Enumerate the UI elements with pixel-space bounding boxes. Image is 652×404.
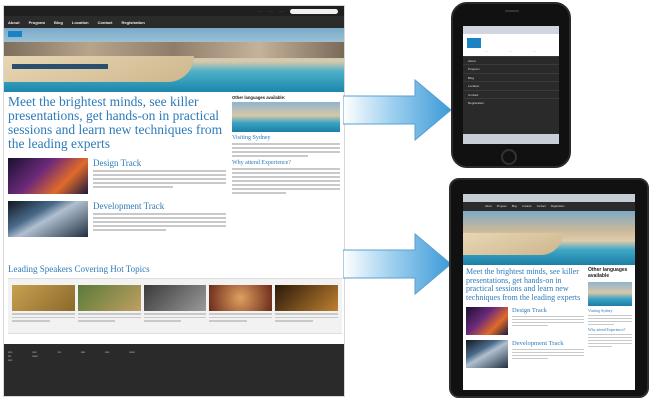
design-track-image[interactable] bbox=[8, 158, 88, 194]
utility-link[interactable]: ····· bbox=[268, 9, 273, 13]
phone-header: ····· ····· ····· bbox=[463, 34, 559, 56]
phone-speaker bbox=[505, 10, 519, 12]
languages-heading: Other languages available: bbox=[232, 95, 286, 100]
arrow-to-phone-icon bbox=[343, 78, 452, 142]
sidebar-beach-image bbox=[588, 282, 632, 307]
tablet-device: About Program Blog Location Contact Regi… bbox=[449, 178, 649, 398]
nav-item-location[interactable]: Location bbox=[463, 81, 559, 89]
page-headline: Meet the brightest minds, see killer pre… bbox=[466, 267, 581, 302]
speaker-card[interactable] bbox=[143, 285, 207, 327]
footer-column: ▪▪▪▪ bbox=[80, 350, 86, 354]
footer-column: ▪▪▪▪ ▪▪▪ ▪▪▪▪ bbox=[8, 350, 13, 362]
development-track-image[interactable] bbox=[466, 340, 508, 369]
why-attend-heading[interactable]: Why attend Experience? bbox=[588, 328, 632, 332]
footer-column: ▪▪▪▪ ▪▪▪▪▪ bbox=[32, 350, 38, 358]
speakers-heading: Leading Speakers Covering Hot Topics bbox=[8, 264, 150, 274]
nav-item-location[interactable]: Location bbox=[522, 205, 532, 208]
hero-sand bbox=[463, 233, 563, 255]
page-headline: Meet the brightest minds, see killer pre… bbox=[8, 94, 223, 151]
phone-nav-menu: About Program Blog Location Contact Regi… bbox=[463, 56, 559, 106]
tablet-screen: About Program Blog Location Contact Regi… bbox=[463, 194, 635, 390]
desktop-main-column: Meet the brightest minds, see killer pre… bbox=[8, 95, 226, 237]
home-button[interactable] bbox=[501, 149, 517, 165]
nav-item-registration[interactable]: Registration bbox=[551, 205, 565, 208]
nav-item-contact[interactable]: Contact bbox=[463, 89, 559, 98]
footer-column: ▪▪▪▪▪ bbox=[129, 350, 135, 354]
footer-column: ▪▪▪▪ bbox=[105, 350, 110, 354]
nav-item-location[interactable]: Location bbox=[72, 20, 89, 25]
visiting-sydney-heading[interactable]: Visiting Sydney bbox=[232, 135, 340, 141]
nav-item-contact[interactable]: Contact bbox=[98, 20, 113, 25]
tablet-main-nav: About Program Blog Location Contact Regi… bbox=[463, 202, 635, 211]
composite-view: ····· ····· ····· About Program Blog Loc… bbox=[0, 0, 652, 404]
design-track-title[interactable]: Design Track bbox=[512, 307, 584, 314]
smartphone-device: ····· ····· ····· About Program Blog Loc… bbox=[451, 2, 571, 168]
nav-item-blog[interactable]: Blog bbox=[463, 72, 559, 81]
desktop-utility-bar: ····· ····· ····· bbox=[4, 6, 344, 16]
speaker-card[interactable] bbox=[77, 285, 141, 327]
design-track-block: Design Track bbox=[8, 158, 226, 194]
why-attend-heading[interactable]: Why attend Experience? bbox=[232, 160, 340, 166]
site-logo[interactable] bbox=[467, 38, 481, 48]
visiting-sydney-text bbox=[232, 143, 340, 157]
design-track-image[interactable] bbox=[466, 307, 508, 336]
nav-item-about[interactable]: About bbox=[485, 205, 492, 208]
design-track-title[interactable]: Design Track bbox=[93, 158, 226, 168]
tablet-main-column: Meet the brightest minds, see killer pre… bbox=[466, 267, 584, 369]
design-track-block: Design Track bbox=[466, 307, 584, 336]
development-track-image[interactable] bbox=[8, 201, 88, 237]
design-track-text bbox=[93, 170, 226, 188]
tablet-hero-image bbox=[463, 211, 635, 265]
speaker-card[interactable] bbox=[12, 285, 75, 327]
arrow-to-tablet-icon bbox=[343, 232, 452, 296]
speaker-card[interactable] bbox=[275, 285, 338, 327]
search-input[interactable] bbox=[290, 8, 338, 14]
desktop-content: Meet the brightest minds, see killer pre… bbox=[4, 92, 344, 237]
phone-screen: ····· ····· ····· About Program Blog Loc… bbox=[463, 26, 559, 144]
nav-item-program[interactable]: Program bbox=[463, 64, 559, 72]
nav-item-program[interactable]: Program bbox=[29, 20, 45, 25]
development-track-title[interactable]: Development Track bbox=[512, 340, 584, 347]
development-track-block: Development Track bbox=[466, 340, 584, 369]
site-logo[interactable] bbox=[8, 31, 22, 37]
speakers-carousel bbox=[8, 278, 342, 334]
tablet-browser-chrome[interactable] bbox=[463, 194, 635, 202]
hero-sand bbox=[4, 56, 194, 82]
nav-item-contact[interactable]: Contact bbox=[537, 205, 546, 208]
utility-link[interactable]: ····· bbox=[257, 9, 262, 13]
phone-address-bar[interactable] bbox=[463, 26, 559, 34]
utility-link[interactable]: ····· bbox=[279, 9, 284, 13]
phone-browser-toolbar[interactable] bbox=[463, 134, 559, 144]
nav-item-blog[interactable]: Blog bbox=[54, 20, 63, 25]
development-track-title[interactable]: Development Track bbox=[93, 201, 226, 211]
tablet-content: Meet the brightest minds, see killer pre… bbox=[463, 265, 635, 371]
nav-item-about[interactable]: About bbox=[463, 56, 559, 64]
hero-caption-bar bbox=[12, 64, 108, 69]
nav-item-about[interactable]: About bbox=[8, 20, 20, 25]
development-track-text bbox=[93, 213, 226, 231]
desktop-main-nav: About Program Blog Location Contact Regi… bbox=[4, 16, 344, 28]
hero-beach-image bbox=[4, 28, 344, 92]
nav-item-registration[interactable]: Registration bbox=[121, 20, 144, 25]
nav-item-blog[interactable]: Blog bbox=[512, 205, 517, 208]
desktop-sidebar: Other languages available: Visiting Sydn… bbox=[232, 95, 340, 237]
sidebar-beach-image bbox=[232, 102, 340, 132]
desktop-footer: ▪▪▪▪ ▪▪▪ ▪▪▪▪ ▪▪▪▪ ▪▪▪▪▪ ▪▪▪ ▪▪▪▪ ▪▪▪▪ ▪▪▪▪… bbox=[4, 344, 344, 396]
visiting-sydney-heading[interactable]: Visiting Sydney bbox=[588, 309, 632, 313]
development-track-block: Development Track bbox=[8, 201, 226, 237]
desktop-site: ····· ····· ····· About Program Blog Loc… bbox=[3, 5, 345, 397]
footer-column: ▪▪▪ bbox=[57, 350, 61, 354]
nav-item-registration[interactable]: Registration bbox=[463, 97, 559, 106]
languages-heading: Other languages available bbox=[588, 267, 628, 279]
tablet-sidebar: Other languages available Visiting Sydne… bbox=[588, 267, 632, 368]
speaker-card[interactable] bbox=[209, 285, 273, 327]
nav-item-program[interactable]: Program bbox=[497, 205, 507, 208]
why-attend-text bbox=[232, 168, 340, 194]
